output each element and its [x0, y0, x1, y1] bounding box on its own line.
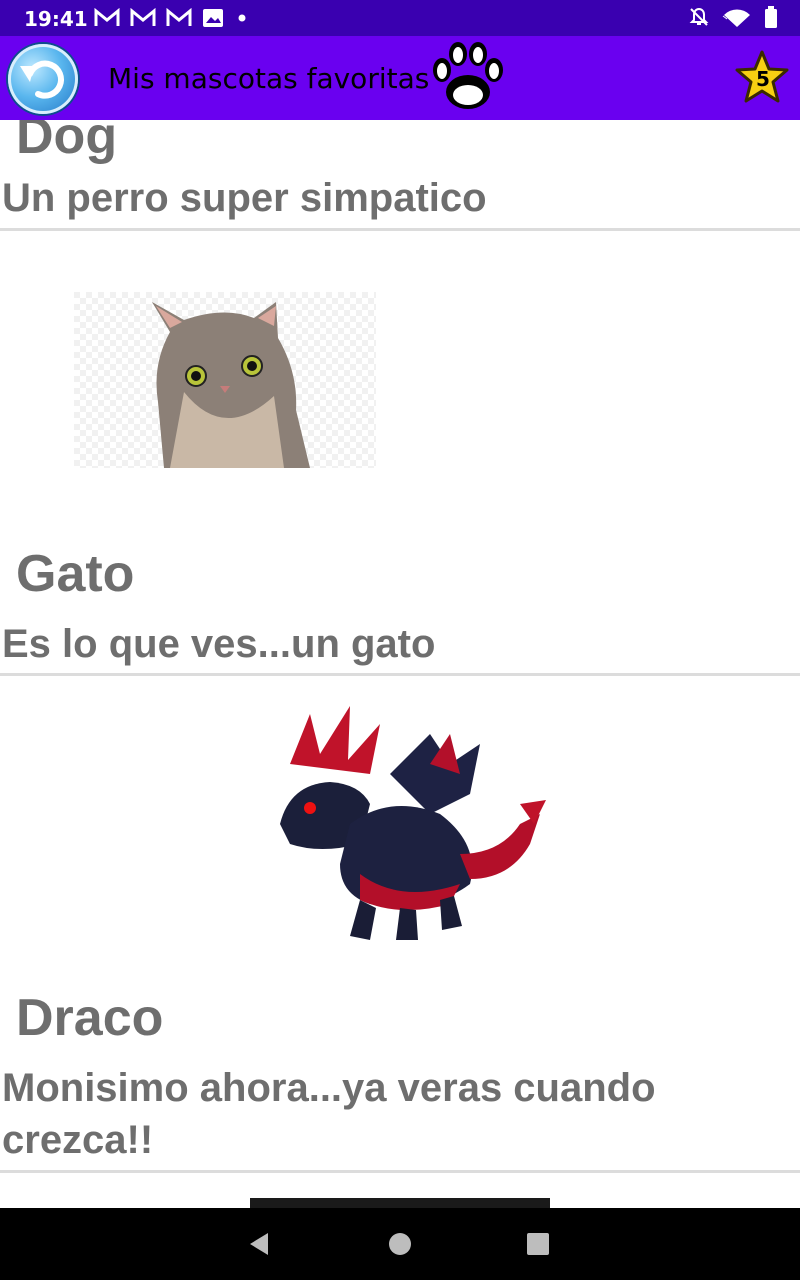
battery-icon — [765, 6, 777, 28]
paw-icon — [433, 42, 503, 109]
status-time: 19:41 — [24, 7, 88, 31]
cat-image — [74, 292, 376, 468]
nav-home-icon[interactable] — [389, 1233, 411, 1255]
navigation-bar — [0, 1208, 800, 1280]
pet-name: Gato — [16, 545, 135, 603]
app-title: Mis mascotas favoritas — [108, 62, 430, 95]
favorites-count: 5 — [756, 67, 770, 91]
divider — [0, 673, 800, 676]
pet-description: Es lo que ves...un gato — [2, 622, 436, 666]
gmail-icon — [130, 8, 156, 26]
pet-list[interactable]: Dog Un perro super simpatico Gato Es lo … — [0, 120, 800, 1208]
back-button[interactable] — [8, 44, 78, 114]
app-bar: Mis mascotas favoritas 5 — [0, 36, 800, 120]
wifi-icon — [722, 9, 750, 27]
divider — [0, 228, 800, 231]
image-icon — [203, 9, 223, 27]
pet-description: Un perro super simpatico — [2, 176, 487, 220]
dot-icon — [238, 14, 246, 22]
pet-name: Dog — [16, 120, 118, 165]
nav-back-icon[interactable] — [248, 1232, 270, 1256]
pet-description: Monisimo ahora...ya veras cuando crezca!… — [2, 1066, 656, 1162]
undo-arrow-icon — [20, 60, 64, 99]
gmail-icon — [94, 8, 120, 26]
status-bar: 19:41 — [0, 0, 800, 36]
dragon-image — [280, 706, 546, 940]
pet-image — [250, 1198, 550, 1208]
divider — [0, 1170, 800, 1173]
notification-icons — [94, 8, 250, 28]
system-icons — [688, 6, 778, 28]
pet-name: Draco — [16, 989, 164, 1047]
bell-off-icon — [689, 7, 709, 26]
nav-recents-icon[interactable] — [527, 1233, 549, 1255]
gmail-icon — [166, 8, 192, 26]
